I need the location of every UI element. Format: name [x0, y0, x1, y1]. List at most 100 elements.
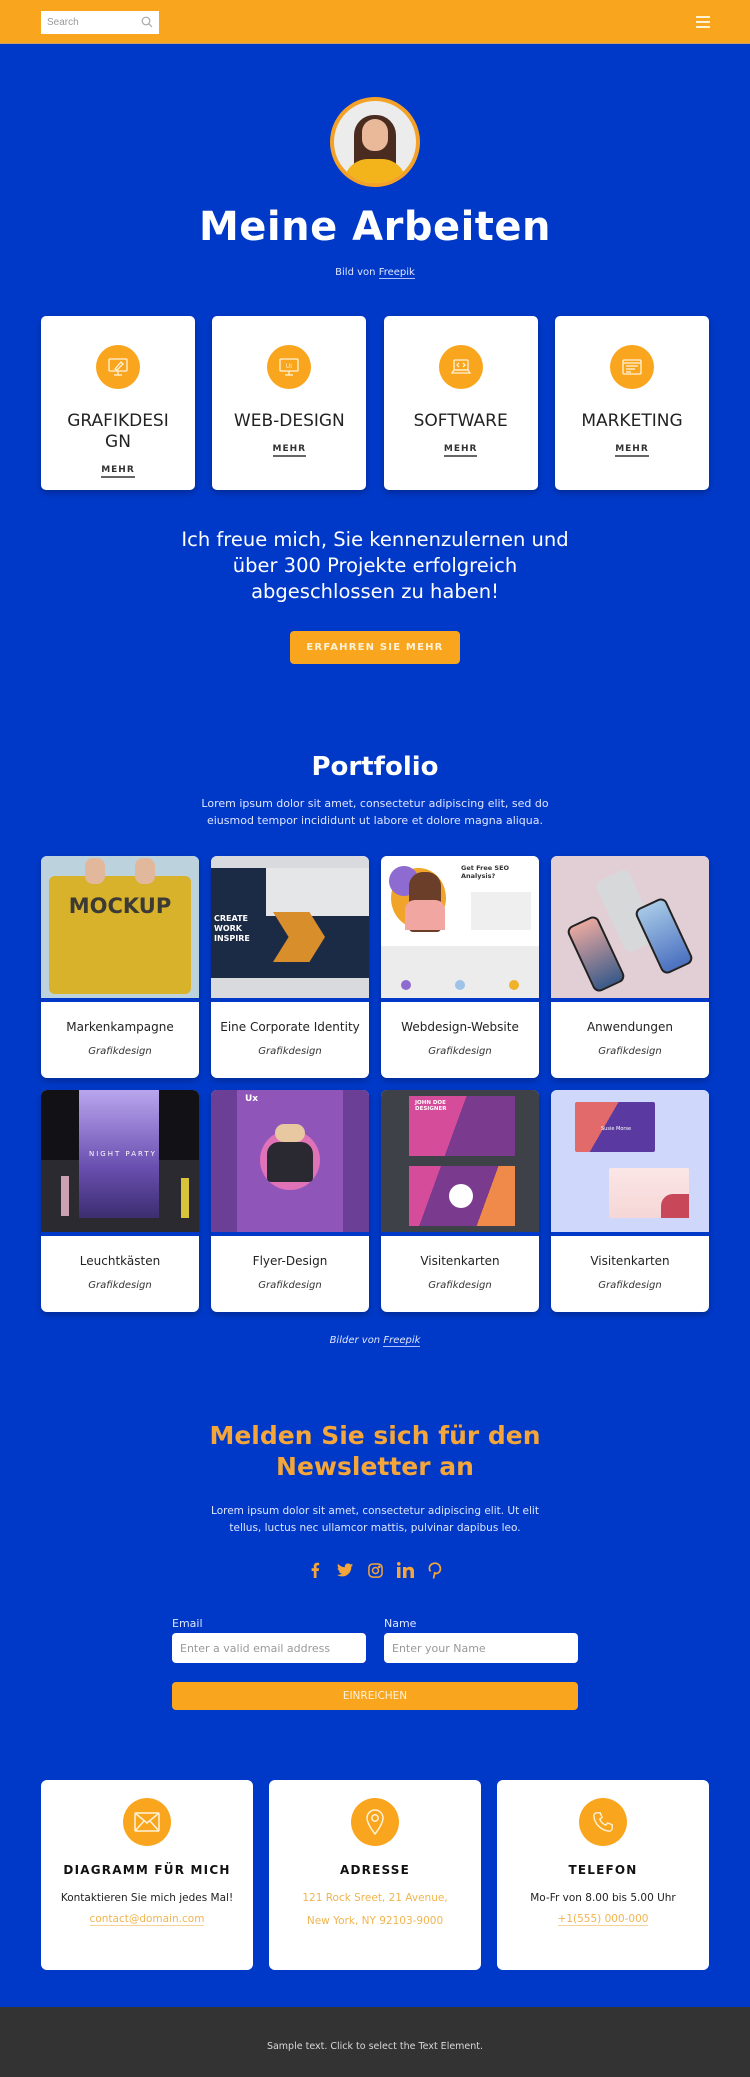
service-card-software: SOFTWARE MEHR: [383, 316, 538, 490]
portfolio-item-body: Flyer-Design Grafikdesign: [211, 1232, 369, 1312]
portfolio-item-name: Leuchtkästen: [79, 1254, 161, 1268]
portfolio-item-name: Visitenkarten: [420, 1254, 500, 1268]
portfolio-item[interactable]: Ux Flyer-Design Grafikdesign: [211, 1090, 369, 1312]
footer-text[interactable]: Sample text. Click to select the Text El…: [267, 2041, 483, 2052]
service-title: MARKETING: [581, 411, 683, 431]
portfolio-item-name: Webdesign-Website: [401, 1020, 519, 1034]
portfolio-item-name: Visitenkarten: [590, 1254, 670, 1268]
service-card-web-design: UI WEB-DESIGN MEHR: [212, 316, 367, 490]
services-row: GRAFIKDESIGN MEHR UI WEB-DESIGN MEHR SOF…: [41, 316, 709, 490]
contact-card-email: DIAGRAMM FÜR MICH Kontaktieren Sie mich …: [41, 1780, 253, 1970]
model-shirt: [267, 1142, 313, 1182]
dot: [509, 980, 519, 990]
portfolio-item[interactable]: Susie Morse Visitenkarten Grafikdesign: [551, 1090, 709, 1312]
credit-prefix: Bild von: [335, 267, 376, 278]
image-credit: Bild von Freepik: [0, 267, 750, 279]
facebook-icon[interactable]: [306, 1560, 324, 1580]
portfolio-grid: MOCKUP Markenkampagne Grafikdesign CREAT…: [41, 856, 709, 1312]
service-title: WEB-DESIGN: [233, 411, 345, 431]
portfolio-item-category: Grafikdesign: [258, 1046, 322, 1057]
pinterest-icon[interactable]: [426, 1560, 444, 1580]
service-more-link[interactable]: MEHR: [443, 444, 478, 457]
bollard: [181, 1178, 189, 1218]
service-more-link[interactable]: MEHR: [101, 465, 135, 478]
dot: [455, 980, 465, 990]
seo-form: [471, 892, 531, 930]
service-card-marketing: MARKETING MEHR: [554, 316, 709, 490]
portfolio-item-name: Anwendungen: [586, 1020, 674, 1034]
service-more-link[interactable]: MEHR: [272, 444, 307, 457]
page-title: Meine Arbeiten: [198, 204, 552, 250]
service-more-link[interactable]: MEHR: [615, 444, 649, 457]
avatar-face: [362, 119, 388, 151]
contact-title: DIAGRAMM FÜR MICH: [63, 1863, 231, 1877]
social-links: [0, 1560, 750, 1580]
hamburger-menu-icon[interactable]: [696, 16, 710, 28]
twitter-icon[interactable]: [336, 1560, 354, 1580]
monitor-ui-icon: UI: [267, 345, 312, 389]
portfolio-item-body: Markenkampagne Grafikdesign: [41, 998, 199, 1078]
portfolio-item-category: Grafikdesign: [598, 1046, 662, 1057]
portfolio-item[interactable]: MOCKUP Markenkampagne Grafikdesign: [41, 856, 199, 1078]
address-line-2: New York, NY 92103-9000: [306, 1915, 444, 1927]
portfolio-item[interactable]: NIGHT PARTY Leuchtkästen Grafikdesign: [41, 1090, 199, 1312]
portfolio-item[interactable]: Anwendungen Grafikdesign: [551, 856, 709, 1078]
portfolio-item-name: Eine Corporate Identity: [220, 1020, 360, 1034]
search-icon[interactable]: [141, 16, 153, 28]
portfolio-item-category: Grafikdesign: [88, 1280, 152, 1291]
brochure-text: CREATE WORK INSPIRE: [214, 914, 250, 943]
name-label: Name: [384, 1617, 417, 1630]
email-field[interactable]: [172, 1633, 366, 1663]
linkedin-icon[interactable]: [396, 1560, 414, 1580]
newsletter-description: Lorem ipsum dolor sit amet, consectetur …: [211, 1505, 539, 1534]
email-link[interactable]: contact@domain.com: [89, 1913, 205, 1926]
contact-card-phone: TELEFON Mo-Fr von 8.00 bis 5.00 Uhr +1(5…: [497, 1780, 709, 1970]
portfolio-item[interactable]: CREATE WORK INSPIRE Eine Corporate Ident…: [211, 856, 369, 1078]
portfolio-item-category: Grafikdesign: [88, 1046, 152, 1057]
laptop-code-icon: [438, 345, 483, 389]
portfolio-item-body: Webdesign-Website Grafikdesign: [381, 998, 539, 1078]
phone-icon: [579, 1798, 627, 1846]
envelope-icon: [123, 1798, 171, 1846]
card-text: Susie Morse: [601, 1126, 632, 1132]
name-field[interactable]: [384, 1633, 578, 1663]
phone-link[interactable]: +1(555) 000-000: [557, 1913, 649, 1926]
portfolio-item-body: Visitenkarten Grafikdesign: [551, 1232, 709, 1312]
freepik-link[interactable]: Freepik: [378, 267, 415, 279]
flyer-text: Ux: [245, 1094, 259, 1104]
map-pin-icon: [351, 1798, 399, 1846]
card-text: JOHN DOE DESIGNER: [415, 1100, 447, 1112]
portfolio-item-name: Flyer-Design: [252, 1254, 328, 1268]
portfolio-item-category: Grafikdesign: [258, 1280, 322, 1291]
get-in-touch-area: [381, 946, 539, 998]
search-box[interactable]: [41, 11, 159, 34]
footer: Sample text. Click to select the Text El…: [0, 2007, 750, 2077]
instagram-icon[interactable]: [366, 1560, 384, 1580]
portfolio-title: Portfolio: [311, 752, 439, 782]
contact-card-address: ADRESSE 121 Rock Sreet, 21 Avenue, New Y…: [269, 1780, 481, 1970]
contact-text: Kontaktieren Sie mich jedes Mal!: [60, 1892, 234, 1904]
images-credit: Bilder von Freepik: [0, 1335, 750, 1347]
learn-more-button[interactable]: ERFAHREN SIE MEHR: [290, 631, 460, 664]
submit-button[interactable]: EINREICHEN: [172, 1682, 578, 1710]
service-card-grafikdesign: GRAFIKDESIGN MEHR: [41, 316, 195, 490]
intro-tagline: Ich freue mich, Sie kennenzulernen und ü…: [181, 528, 569, 603]
mockup-text: MOCKUP: [68, 894, 172, 918]
newsletter-title: Melden Sie sich für den Newsletter an: [209, 1421, 541, 1481]
card-logo: [449, 1184, 473, 1208]
portfolio-item-body: Eine Corporate Identity Grafikdesign: [211, 998, 369, 1078]
bollard: [61, 1176, 69, 1216]
menu-bar: [696, 16, 710, 18]
portfolio-item[interactable]: Get Free SEO Analysis? Webdesign-Website…: [381, 856, 539, 1078]
portfolio-image-lightbox: NIGHT PARTY: [41, 1090, 199, 1232]
portfolio-item-category: Grafikdesign: [428, 1280, 492, 1291]
hand: [135, 858, 155, 884]
portfolio-item[interactable]: JOHN DOE DESIGNER Visitenkarten Grafikde…: [381, 1090, 539, 1312]
browser-window-icon: [609, 345, 654, 389]
freepik-link[interactable]: Freepik: [383, 1335, 421, 1347]
contact-title: ADRESSE: [339, 1863, 411, 1877]
card-shape: [661, 1194, 689, 1218]
search-input[interactable]: [47, 17, 137, 28]
credit-prefix: Bilder von: [329, 1335, 381, 1346]
portfolio-image-business-cards: JOHN DOE DESIGNER: [381, 1090, 539, 1232]
